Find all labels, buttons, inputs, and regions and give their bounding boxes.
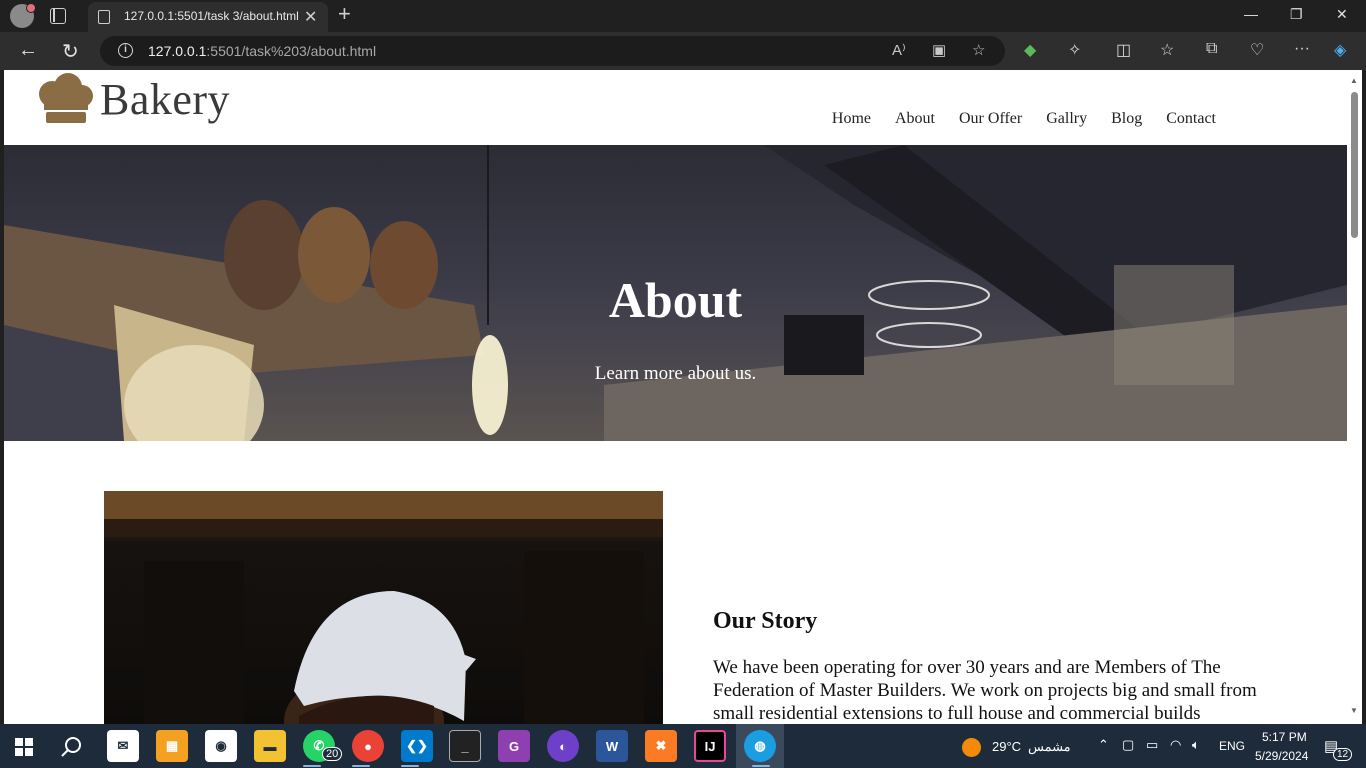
extensions-icon[interactable]: ✧ [1068,40,1081,60]
hero-subtitle: Learn more about us. [594,363,757,384]
page-scrollbar[interactable]: ▲ ▼ [1347,70,1362,724]
nav-gallery[interactable]: Gallry [1046,110,1087,128]
close-window-button[interactable]: ✕ [1336,6,1348,23]
story-heading: Our Story [713,608,818,634]
battery-icon[interactable]: ▭ [1146,737,1158,753]
minimize-button[interactable]: — [1244,6,1258,22]
nav-contact[interactable]: Contact [1166,110,1216,128]
nav-blog[interactable]: Blog [1111,110,1142,128]
scroll-down-icon[interactable]: ▼ [1350,706,1358,715]
clock-date[interactable]: 5/29/2024 [1255,749,1308,763]
github-desktop-icon[interactable]: ◐ [547,730,579,762]
windows-taskbar: ✉ ▦ ◉ ▬ ✆ 20 ● ❮❯ _ G ◐ W ✖ IJ ◍ 29°C مش… [0,724,1366,768]
language-indicator[interactable]: ENG [1219,739,1245,753]
immersive-reader-icon[interactable]: ▣ [932,41,946,59]
copilot-icon[interactable]: ◈ [1334,40,1346,60]
main-nav: Home About Our Offer Gallry Blog Contact [832,110,1216,128]
nav-our-offer[interactable]: Our Offer [959,110,1022,128]
vscode-app-icon[interactable]: ❮❯ [401,730,433,762]
close-tab-icon[interactable]: ✕ [304,7,317,27]
show-hidden-icons-icon[interactable]: ⌃ [1098,737,1109,753]
split-screen-icon[interactable]: ◫ [1116,40,1131,60]
wifi-icon[interactable]: ◠ [1170,737,1181,753]
profile-avatar[interactable] [10,3,36,28]
camera-app-icon[interactable]: ◉ [205,730,237,762]
refresh-button[interactable]: ↻ [62,39,79,64]
extension-color-icon[interactable]: ◆ [1024,40,1036,60]
vscode-running-indicator [401,765,419,767]
mail-app-icon[interactable]: ✉ [107,730,139,762]
back-button[interactable]: ← [18,39,38,62]
whatsapp-badge: 20 [322,747,343,761]
whatsapp-running-indicator [303,765,321,767]
sun-weather-icon[interactable] [962,738,981,757]
xampp-app-icon[interactable]: ✖ [645,730,677,762]
weather-temperature[interactable]: 29°C [992,739,1021,754]
tab-actions-icon[interactable] [50,8,66,24]
nav-about[interactable]: About [895,110,935,128]
favorite-star-icon[interactable]: ☆ [972,41,985,59]
story-paragraph: We have been operating for over 30 years… [713,657,1257,724]
clock-time[interactable]: 5:17 PM [1262,730,1307,744]
page-viewport: Bakery Home About Our Offer Gallry Blog … [4,70,1347,724]
browser-toolbar: ← ↻ i 127.0.0.1:5501/task%203/about.html… [0,32,1366,70]
nav-home[interactable]: Home [832,110,871,128]
pdf-app-icon[interactable]: G [498,730,530,762]
address-bar[interactable]: i 127.0.0.1:5501/task%203/about.html A⁾ … [100,36,1005,66]
page-icon [98,10,110,24]
scroll-up-icon[interactable]: ▲ [1350,76,1358,85]
url-text[interactable]: 127.0.0.1:5501/task%203/about.html [148,43,376,59]
device-icon[interactable]: ▢ [1122,737,1134,753]
logo-text: Bakery [100,75,231,124]
chrome-app-icon[interactable]: ● [352,730,384,762]
terminal-app-icon[interactable]: _ [449,730,481,762]
new-tab-button[interactable]: + [338,1,351,27]
file-explorer-icon[interactable]: ▬ [254,730,286,762]
baker-photo [104,491,663,724]
chrome-running-indicator [352,765,370,767]
edge-app-icon[interactable]: ◍ [744,730,776,762]
read-aloud-icon[interactable]: A⁾ [892,41,906,59]
site-header: Bakery Home About Our Offer Gallry Blog … [4,70,1347,145]
more-options-icon[interactable]: ··· [1294,40,1310,58]
baker-image [104,491,663,724]
site-logo[interactable]: Bakery [34,72,254,132]
favorites-icon[interactable]: ☆ [1160,40,1174,60]
tab-title: 127.0.0.1:5501/task 3/about.html [124,9,299,23]
search-icon[interactable] [61,736,83,758]
chef-hat-icon [39,73,93,123]
windows-start-icon[interactable] [15,738,33,756]
store-app-icon[interactable]: ▦ [156,730,188,762]
intellij-app-icon[interactable]: IJ [694,730,726,762]
browser-tab-strip: 127.0.0.1:5501/task 3/about.html ✕ + — ❐… [0,0,1366,32]
browser-essentials-icon[interactable]: ♡ [1250,40,1264,60]
hero-banner: About Learn more about us. [4,145,1347,441]
edge-running-indicator [752,765,770,767]
notification-badge: 12 [1333,748,1353,761]
site-info-icon[interactable]: i [118,43,133,58]
collections-icon[interactable]: ⧉ [1206,40,1217,58]
scroll-thumb[interactable] [1351,92,1358,238]
restore-button[interactable]: ❐ [1290,6,1303,23]
weather-condition[interactable]: مشمس [1028,739,1071,755]
volume-icon[interactable]: 🔈︎ [1192,737,1200,753]
hero-title: About [608,272,743,328]
active-tab[interactable]: 127.0.0.1:5501/task 3/about.html ✕ [88,2,328,32]
word-app-icon[interactable]: W [596,730,628,762]
